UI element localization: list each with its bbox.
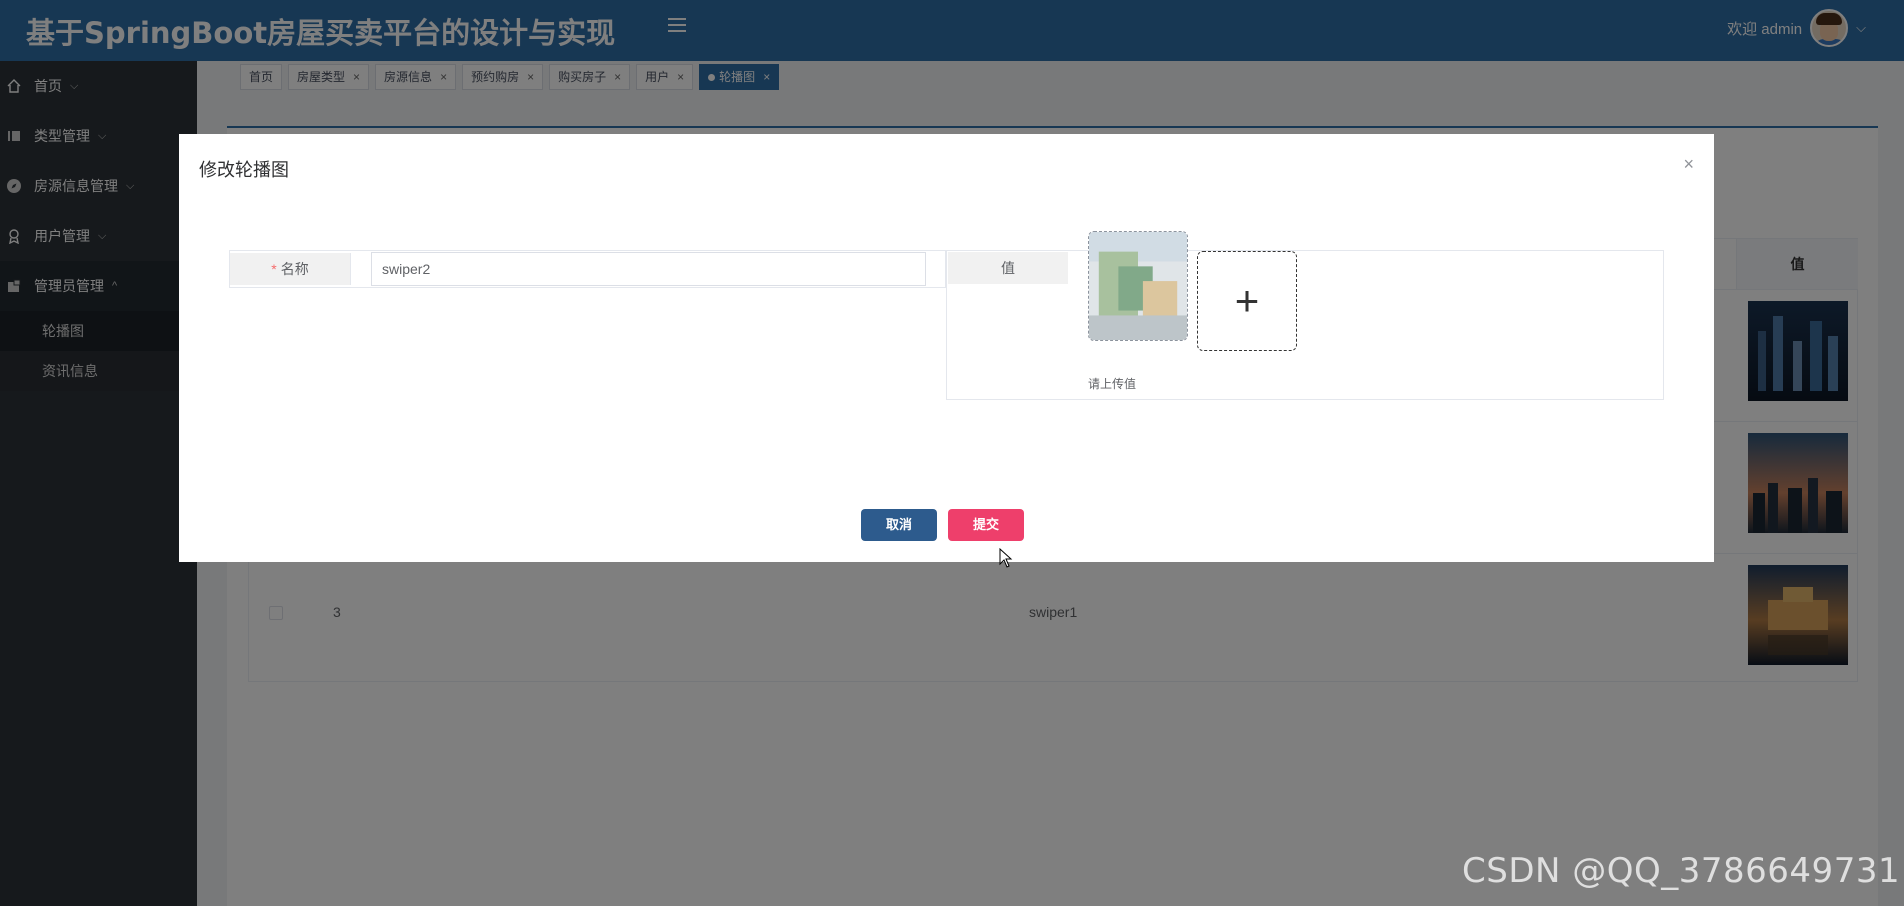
edit-carousel-dialog: 修改轮播图 × * 名称 swiper2 值 + 请上传值 取消 提交 bbox=[179, 134, 1714, 562]
uploaded-image-preview[interactable] bbox=[1088, 231, 1188, 341]
plus-icon: + bbox=[1234, 277, 1260, 324]
mouse-cursor-icon bbox=[999, 548, 1013, 568]
name-form-item: * 名称 swiper2 bbox=[229, 250, 946, 288]
submit-button[interactable]: 提交 bbox=[948, 509, 1024, 541]
name-label: * 名称 bbox=[230, 253, 351, 285]
upload-hint: 请上传值 bbox=[1088, 377, 1137, 391]
watermark: CSDN @QQ_3786649731 bbox=[1462, 851, 1901, 891]
close-icon[interactable]: × bbox=[1683, 154, 1694, 175]
upload-button[interactable]: + bbox=[1197, 251, 1297, 351]
cancel-button[interactable]: 取消 bbox=[861, 509, 937, 541]
value-label: 值 bbox=[948, 252, 1068, 284]
required-mark: * bbox=[271, 261, 277, 277]
name-input[interactable]: swiper2 bbox=[371, 252, 926, 286]
value-form-item: 值 + 请上传值 bbox=[946, 231, 1664, 400]
name-label-text: 名称 bbox=[280, 261, 309, 277]
dialog-title: 修改轮播图 bbox=[199, 160, 289, 180]
